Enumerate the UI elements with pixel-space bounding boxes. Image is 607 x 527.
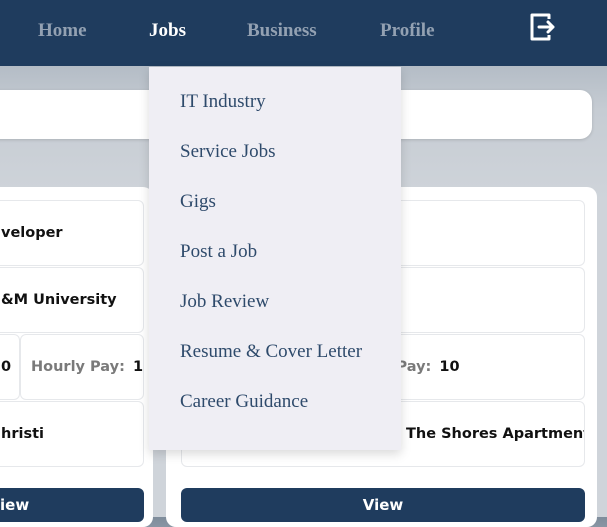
menu-item-job-review[interactable]: Job Review — [180, 291, 269, 313]
menu-item-service-jobs[interactable]: Service Jobs — [180, 141, 276, 163]
menu-item-career-guidance[interactable]: Career Guidance — [180, 391, 308, 413]
hourly-pay-value: 10 — [132, 359, 144, 375]
hourly-pay-value: 10 — [439, 359, 460, 375]
jobs-dropdown-menu: IT Industry Service Jobs Gigs Post a Job… — [149, 67, 401, 450]
location-cell: hristi — [0, 401, 144, 467]
menu-item-resume-cover-letter[interactable]: Resume & Cover Letter — [180, 341, 362, 363]
menu-item-gigs[interactable]: Gigs — [180, 191, 216, 213]
hourly-pay-label: Hourly Pay: — [31, 359, 125, 375]
nav-business[interactable]: Business — [247, 20, 317, 42]
job-card: veloper &M University 0 Hourly Pay: 10 h… — [0, 187, 153, 527]
salary-value: 0 — [1, 359, 12, 375]
location: hristi — [1, 426, 44, 442]
job-title: veloper — [1, 225, 63, 241]
location: The Shores Apartments — [406, 426, 585, 442]
menu-item-post-a-job[interactable]: Post a Job — [180, 241, 257, 263]
nav-profile[interactable]: Profile — [380, 20, 435, 42]
nav-home[interactable]: Home — [38, 20, 87, 42]
company-cell: &M University — [0, 267, 144, 333]
salary-cell: 0 — [0, 334, 20, 400]
nav-jobs[interactable]: Jobs — [149, 20, 186, 42]
company-name: &M University — [1, 292, 117, 308]
hourly-pay-cell: Hourly Pay: 10 — [20, 334, 144, 400]
top-navbar: Home Jobs Business Profile — [0, 0, 607, 66]
menu-item-it-industry[interactable]: IT Industry — [180, 91, 266, 113]
logout-icon[interactable] — [529, 12, 555, 42]
job-title-cell: veloper — [0, 200, 144, 266]
